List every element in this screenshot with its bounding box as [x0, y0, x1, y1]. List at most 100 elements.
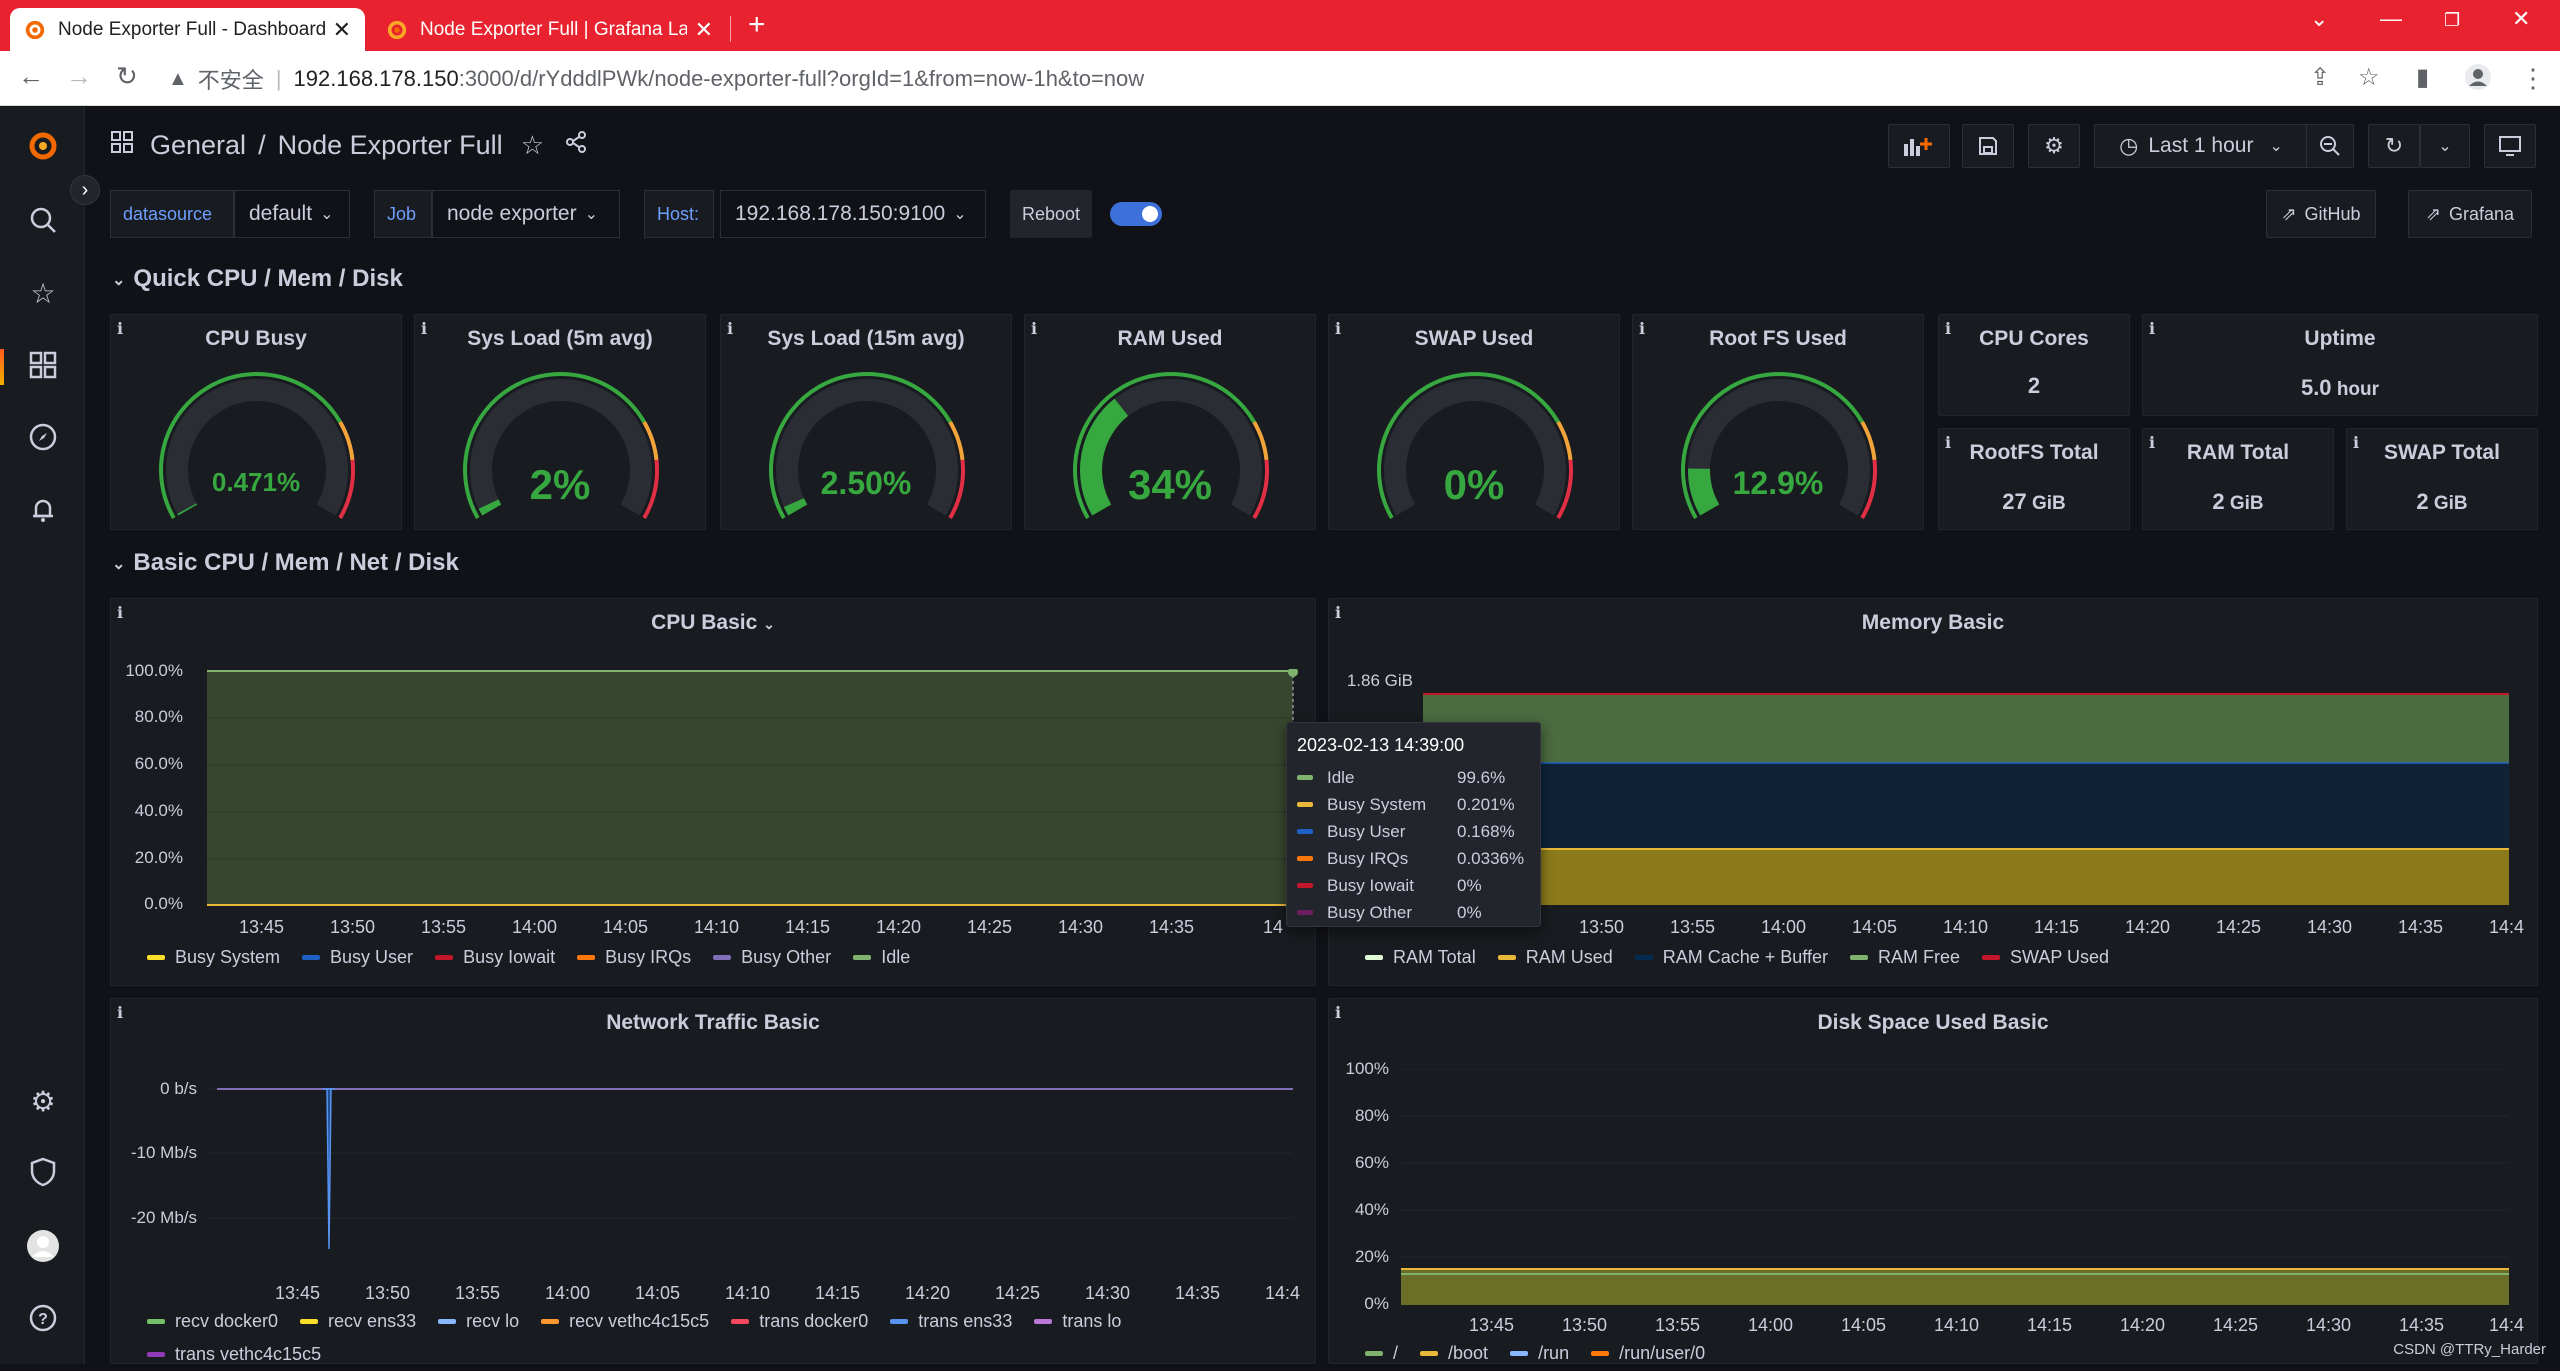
row-quick-cpu-mem-disk[interactable]: ⌄Quick CPU / Mem / Disk: [112, 265, 403, 293]
legend-item[interactable]: recv ens33: [300, 1305, 416, 1338]
gauge-panel-ram-used[interactable]: i RAM Used 34%: [1024, 314, 1316, 530]
explore-compass-icon[interactable]: [26, 422, 60, 456]
stat-panel-ram-total[interactable]: i RAM Total 2 GiB: [2142, 428, 2334, 530]
legend-item[interactable]: Busy Other: [713, 941, 831, 974]
legend-item[interactable]: trans ens33: [890, 1305, 1012, 1338]
legend-item[interactable]: Busy User: [302, 941, 413, 974]
x-tick: 14:35: [2399, 1315, 2444, 1336]
refresh-interval-picker[interactable]: ⌄: [2420, 124, 2470, 168]
tooltip-time: 2023-02-13 14:39:00: [1297, 735, 1530, 756]
y-tick: 80%: [1329, 1106, 1389, 1126]
timeseries-panel-disk-space-used-basic[interactable]: i Disk Space Used Basic 100% 80% 60% 40%…: [1328, 998, 2538, 1364]
legend-item[interactable]: Busy System: [147, 941, 280, 974]
ram-free-area: [1423, 693, 2509, 763]
search-icon[interactable]: [26, 205, 60, 239]
legend-item[interactable]: Busy Iowait: [435, 941, 555, 974]
reload-icon[interactable]: ↻: [116, 61, 138, 92]
reboot-toggle[interactable]: [1110, 202, 1162, 226]
legend-item[interactable]: RAM Used: [1498, 941, 1613, 974]
mark-favorite-star-icon[interactable]: ☆: [521, 130, 544, 161]
starred-icon[interactable]: ☆: [26, 277, 60, 311]
page-title[interactable]: Node Exporter Full: [278, 130, 503, 161]
timeseries-panel-cpu-basic[interactable]: i CPU Basic ⌄ 100.0% 80.0% 60.0% 40.0% 2…: [110, 598, 1316, 986]
share-dashboard-icon[interactable]: [564, 130, 588, 161]
legend-item[interactable]: recv vethc4c15c5: [541, 1305, 709, 1338]
bookmark-star-icon[interactable]: ☆: [2358, 63, 2380, 92]
gauge-panel-sys-load-15m[interactable]: i Sys Load (15m avg) 2.50%: [720, 314, 1012, 530]
forward-arrow-icon[interactable]: →: [66, 61, 92, 92]
refresh-button[interactable]: ↻: [2368, 124, 2420, 168]
panel-title[interactable]: CPU Basic ⌄: [111, 611, 1315, 635]
legend-item[interactable]: Busy IRQs: [577, 941, 691, 974]
legend-item[interactable]: RAM Total: [1365, 941, 1476, 974]
legend-label: Busy Iowait: [463, 941, 555, 974]
datasource-select[interactable]: default ⌄: [234, 190, 350, 238]
legend-item[interactable]: Idle: [853, 941, 910, 974]
legend-item[interactable]: /: [1365, 1337, 1398, 1370]
user-avatar[interactable]: [26, 1229, 60, 1263]
legend-item[interactable]: RAM Cache + Buffer: [1635, 941, 1828, 974]
server-admin-shield-icon[interactable]: [26, 1157, 60, 1191]
dashboard-settings-button[interactable]: ⚙: [2028, 124, 2080, 168]
legend-label: Busy Other: [741, 941, 831, 974]
x-tick: 13:55: [1670, 917, 1715, 938]
legend-item[interactable]: /boot: [1420, 1337, 1488, 1370]
legend-item[interactable]: trans vethc4c15c5: [147, 1338, 321, 1371]
tab-grafana-labs[interactable]: Node Exporter Full | Grafana Labs ✕: [372, 8, 727, 51]
legend-item[interactable]: trans lo: [1034, 1305, 1121, 1338]
legend-item[interactable]: trans docker0: [731, 1305, 868, 1338]
host-variable-label: Host:: [644, 190, 714, 238]
help-icon[interactable]: ?: [26, 1303, 60, 1337]
cycle-view-mode-button[interactable]: [2484, 124, 2536, 168]
grafana-link-button[interactable]: ⇗ Grafana: [2408, 190, 2532, 238]
legend-item[interactable]: SWAP Used: [1982, 941, 2109, 974]
github-link-button[interactable]: ⇗ GitHub: [2266, 190, 2376, 238]
legend-item[interactable]: recv docker0: [147, 1305, 278, 1338]
gauge-panel-cpu-busy[interactable]: i CPU Busy 0.471%: [110, 314, 402, 530]
stat-panel-swap-total[interactable]: i SWAP Total 2 GiB: [2346, 428, 2538, 530]
host-select[interactable]: 192.168.178.150:9100 ⌄: [720, 190, 986, 238]
close-window-icon[interactable]: ✕: [2512, 6, 2530, 32]
y-tick: 80.0%: [111, 707, 183, 727]
gauge-panel-root-fs-used[interactable]: i Root FS Used 12.9%: [1632, 314, 1924, 530]
back-arrow-icon[interactable]: ←: [18, 61, 44, 92]
time-picker-button[interactable]: ◷ Last 1 hour ⌄: [2094, 124, 2308, 168]
restore-icon[interactable]: ❐: [2444, 10, 2460, 31]
stat-panel-cpu-cores[interactable]: i CPU Cores 2: [1938, 314, 2130, 416]
configuration-gear-icon[interactable]: ⚙: [26, 1085, 60, 1119]
zoom-out-button[interactable]: [2306, 124, 2354, 168]
breadcrumb-folder[interactable]: General: [150, 130, 246, 161]
dashboards-icon[interactable]: [26, 350, 60, 384]
tab-node-exporter-dashboard[interactable]: Node Exporter Full - Dashboard ✕: [10, 8, 365, 51]
alerting-bell-icon[interactable]: [26, 495, 60, 529]
x-tick: 14:30: [2306, 1315, 2351, 1336]
minimize-icon[interactable]: —: [2380, 6, 2402, 32]
expand-sidebar-button[interactable]: ›: [70, 175, 100, 205]
gauge-panel-sys-load-5m[interactable]: i Sys Load (5m avg) 2%: [414, 314, 706, 530]
share-page-icon[interactable]: ⇪: [2310, 63, 2330, 92]
row-basic-cpu-mem-net-disk[interactable]: ⌄Basic CPU / Mem / Net / Disk: [112, 549, 459, 577]
save-dashboard-button[interactable]: [1962, 124, 2014, 168]
job-select[interactable]: node exporter ⌄: [432, 190, 620, 238]
browser-menu-icon[interactable]: ⋮: [2520, 63, 2546, 94]
url-field[interactable]: ▲ 不安全 | 192.168.178.150 :3000/d/rYdddlPW…: [168, 60, 1144, 98]
stat-value: 2: [2416, 489, 2428, 514]
close-tab-icon[interactable]: ✕: [333, 17, 351, 43]
tab-search-chevron-icon[interactable]: ⌄: [2310, 6, 2328, 32]
timeseries-panel-network-traffic-basic[interactable]: i Network Traffic Basic 0 b/s -10 Mb/s -…: [110, 998, 1316, 1364]
grafana-logo-icon[interactable]: [26, 129, 60, 163]
legend-item[interactable]: RAM Free: [1850, 941, 1960, 974]
legend-item[interactable]: /run/user/0: [1591, 1337, 1705, 1370]
legend-swatch: [541, 1319, 559, 1324]
gauge-panel-swap-used[interactable]: i SWAP Used 0%: [1328, 314, 1620, 530]
side-panel-icon[interactable]: ▮: [2416, 63, 2429, 92]
x-tick: 13:50: [365, 1283, 410, 1304]
new-tab-icon[interactable]: +: [748, 10, 766, 40]
profile-icon[interactable]: [2464, 63, 2492, 98]
stat-panel-uptime[interactable]: i Uptime 5.0 hour: [2142, 314, 2538, 416]
legend-item[interactable]: recv lo: [438, 1305, 519, 1338]
close-tab-icon[interactable]: ✕: [695, 17, 713, 43]
add-panel-button[interactable]: [1888, 124, 1950, 168]
stat-panel-rootfs-total[interactable]: i RootFS Total 27 GiB: [1938, 428, 2130, 530]
legend-item[interactable]: /run: [1510, 1337, 1569, 1370]
